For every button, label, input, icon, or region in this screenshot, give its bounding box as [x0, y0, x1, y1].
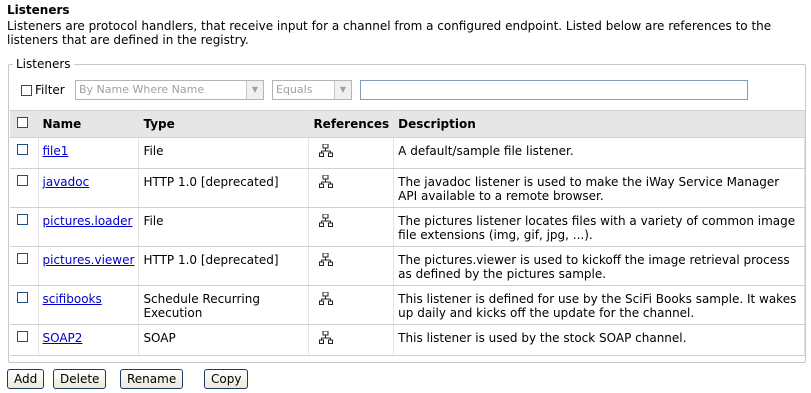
row-type-cell: HTTP 1.0 [deprecated]	[138, 246, 310, 286]
listener-name-link[interactable]: SOAP2	[43, 331, 83, 345]
row-description-cell: The pictures.viewer is used to kickoff t…	[393, 246, 805, 286]
listener-name-link[interactable]: pictures.loader	[43, 214, 133, 228]
filter-operator-select-value: Equals	[276, 83, 313, 96]
table-row[interactable]: pictures.loader File The pictures listener…	[10, 207, 805, 247]
select-all-cell	[10, 110, 39, 138]
row-name-cell: javadoc	[38, 168, 140, 208]
row-type-cell: File	[138, 207, 310, 247]
filter-value-input[interactable]	[360, 80, 748, 100]
copy-button[interactable]: Copy	[204, 369, 249, 389]
row-name-cell: SOAP2	[38, 324, 140, 356]
row-select-cell	[10, 285, 39, 325]
row-checkbox[interactable]	[17, 214, 28, 225]
table-row[interactable]: javadoc HTTP 1.0 [deprecated] The javadoc …	[10, 168, 805, 208]
filter-label: Filter	[35, 83, 65, 97]
table-row[interactable]: file1 File A default/sample file listener.	[10, 137, 805, 169]
listeners-table: Name Type References Description file1 Fi…	[10, 110, 805, 356]
row-checkbox[interactable]	[17, 331, 28, 342]
delete-button[interactable]: Delete	[53, 369, 107, 389]
column-header-type[interactable]: Type	[138, 110, 310, 138]
chevron-down-icon[interactable]: ▼	[246, 81, 263, 99]
row-description-cell: The pictures listener locates files with…	[393, 207, 805, 247]
references-tree-icon[interactable]	[319, 175, 389, 188]
row-select-cell	[10, 207, 39, 247]
listener-name-link[interactable]: javadoc	[43, 175, 90, 189]
references-tree-icon[interactable]	[319, 292, 389, 305]
row-references-cell	[308, 168, 395, 208]
filter-operator-select[interactable]: Equals ▼	[272, 80, 352, 100]
table-row[interactable]: SOAP2 SOAP This listener is used by the st…	[10, 324, 805, 356]
row-type-cell: File	[138, 137, 310, 169]
filter-field-select-value: By Name Where Name	[79, 83, 205, 96]
column-header-description[interactable]: Description	[393, 110, 805, 138]
row-select-cell	[10, 324, 39, 356]
page-title: Listeners	[7, 3, 70, 17]
row-name-cell: pictures.loader	[38, 207, 140, 247]
listener-name-link[interactable]: scifibooks	[43, 292, 102, 306]
row-checkbox[interactable]	[17, 253, 28, 264]
row-checkbox[interactable]	[17, 144, 28, 155]
table-header-row: Name Type References Description	[10, 110, 805, 138]
row-select-cell	[10, 137, 39, 169]
rename-button[interactable]: Rename	[120, 369, 184, 389]
row-description-cell: The javadoc listener is used to make the…	[393, 168, 805, 208]
row-references-cell	[308, 246, 395, 286]
row-checkbox[interactable]	[17, 292, 28, 303]
table-row[interactable]: scifibooks Schedule Recurring Execution Th…	[10, 285, 805, 325]
row-type-cell: HTTP 1.0 [deprecated]	[138, 168, 310, 208]
references-tree-icon[interactable]	[319, 253, 389, 266]
row-type-cell: Schedule Recurring Execution	[138, 285, 310, 325]
row-description-cell: A default/sample file listener.	[393, 137, 805, 169]
references-tree-icon[interactable]	[319, 214, 389, 227]
listener-name-link[interactable]: file1	[43, 144, 69, 158]
row-references-cell	[308, 137, 395, 169]
row-name-cell: scifibooks	[38, 285, 140, 325]
row-references-cell	[308, 207, 395, 247]
column-header-references[interactable]: References	[308, 110, 395, 138]
listener-name-link[interactable]: pictures.viewer	[43, 253, 135, 267]
row-references-cell	[308, 285, 395, 325]
select-all-checkbox[interactable]	[17, 117, 28, 128]
filter-field-select[interactable]: By Name Where Name ▼	[75, 80, 264, 100]
page-description: Listeners are protocol handlers, that re…	[7, 19, 772, 47]
references-tree-icon[interactable]	[319, 331, 389, 344]
listeners-group-legend: Listeners	[13, 57, 74, 71]
filter-row: Filter	[21, 80, 65, 100]
chevron-down-icon[interactable]: ▼	[334, 81, 351, 99]
row-checkbox[interactable]	[17, 175, 28, 186]
row-select-cell	[10, 246, 39, 286]
filter-checkbox[interactable]	[21, 84, 32, 96]
row-type-cell: SOAP	[138, 324, 310, 356]
row-description-cell: This listener is defined for use by the …	[393, 285, 805, 325]
add-button[interactable]: Add	[7, 369, 45, 389]
row-name-cell: pictures.viewer	[38, 246, 140, 286]
column-header-name[interactable]: Name	[38, 110, 140, 138]
row-description-cell: This listener is used by the stock SOAP …	[393, 324, 805, 356]
row-name-cell: file1	[38, 137, 140, 169]
row-references-cell	[308, 324, 395, 356]
references-tree-icon[interactable]	[319, 144, 389, 157]
row-select-cell	[10, 168, 39, 208]
table-row[interactable]: pictures.viewer HTTP 1.0 [deprecated] The …	[10, 246, 805, 286]
